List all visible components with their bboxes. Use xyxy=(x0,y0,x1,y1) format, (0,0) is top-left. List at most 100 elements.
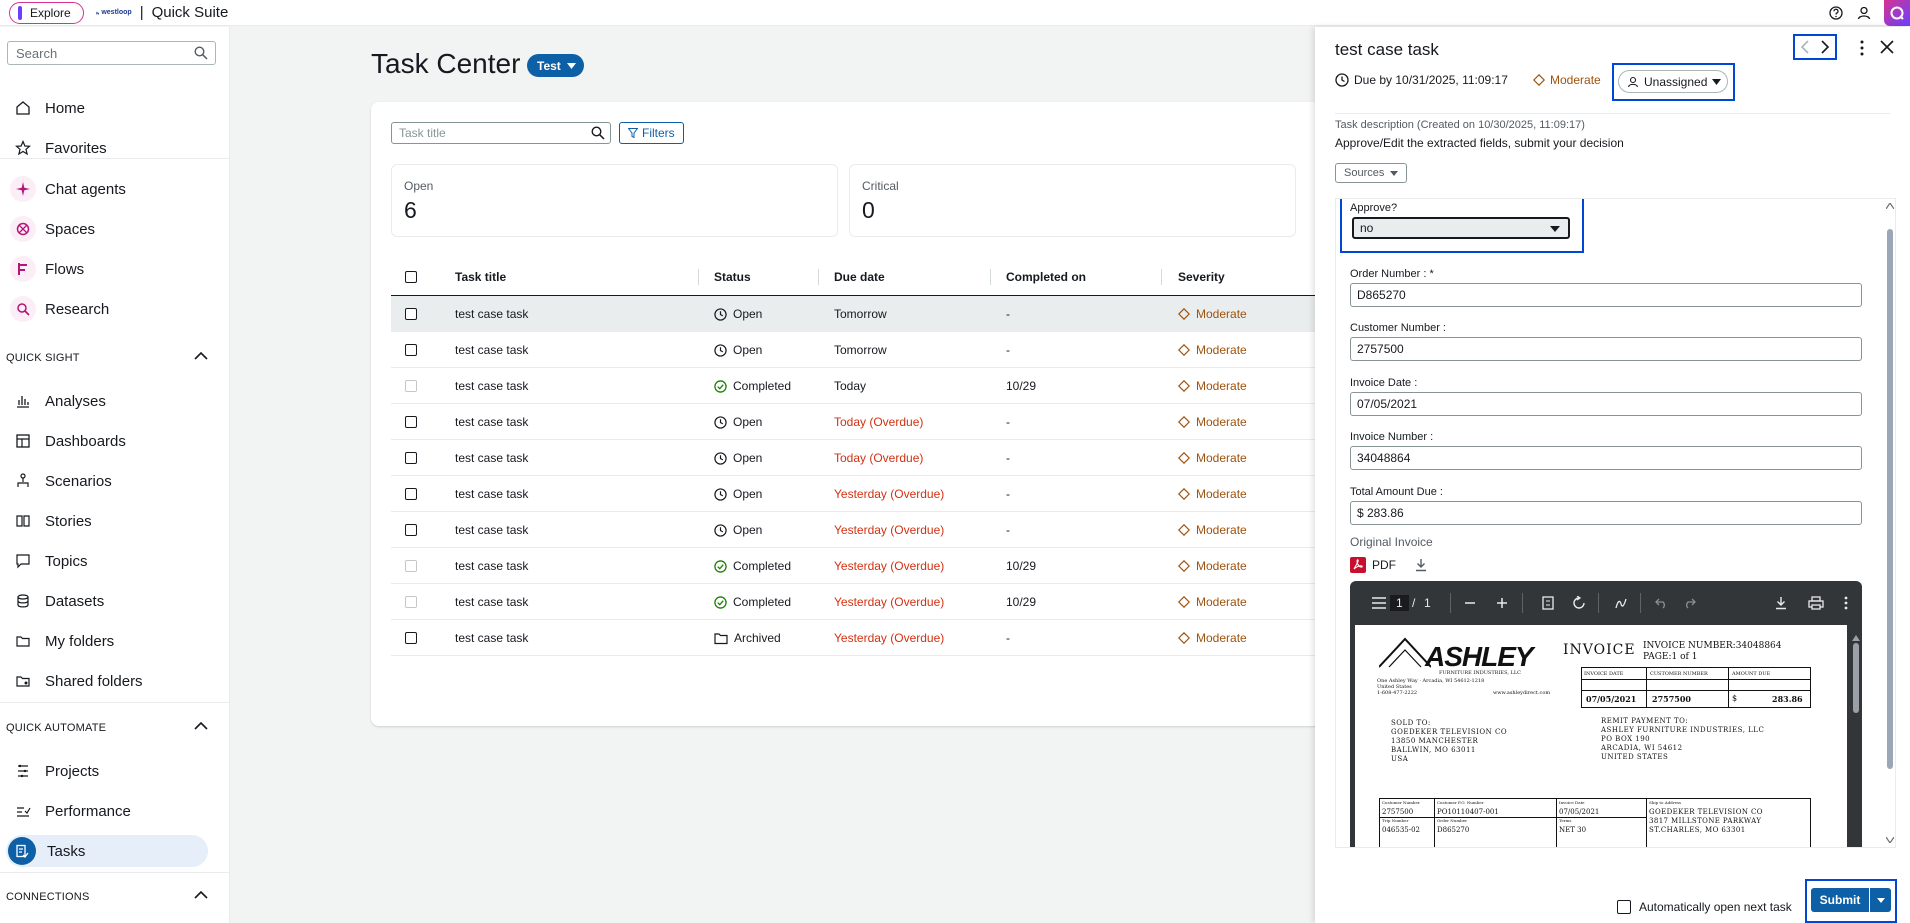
sidebar-item-scenarios[interactable]: Scenarios xyxy=(0,465,230,497)
table-row[interactable]: test case task Open Yesterday (Overdue) - Mo… xyxy=(391,512,1361,548)
sidebar-item-datasets[interactable]: Datasets xyxy=(0,585,230,617)
sidebar-item-stories[interactable]: Stories xyxy=(0,505,230,537)
print-icon[interactable] xyxy=(1808,596,1824,610)
pdf-link[interactable]: PDF xyxy=(1350,557,1428,573)
table-row[interactable]: test case task Completed Yesterday (Overdu… xyxy=(391,548,1361,584)
section-header-quick-sight[interactable]: QUICK SIGHT xyxy=(0,343,230,373)
task-title-cell[interactable]: test case task xyxy=(455,512,528,548)
row-checkbox[interactable] xyxy=(405,368,417,404)
scroll-down-icon[interactable] xyxy=(1886,837,1894,843)
zoom-in-icon[interactable] xyxy=(1496,597,1508,609)
row-checkbox[interactable] xyxy=(405,332,417,368)
pdf-scroll-thumb[interactable] xyxy=(1853,643,1859,713)
sidebar-item-performance[interactable]: Performance xyxy=(0,795,230,827)
row-checkbox[interactable] xyxy=(405,584,417,620)
row-checkbox[interactable] xyxy=(405,440,417,476)
pdf-page-input[interactable]: 1 xyxy=(1390,595,1409,611)
form-scroll-thumb[interactable] xyxy=(1887,229,1893,769)
assignee-dropdown[interactable]: Unassigned xyxy=(1618,70,1728,93)
row-checkbox[interactable] xyxy=(405,548,417,584)
help-icon[interactable] xyxy=(1828,5,1844,21)
scroll-up-icon[interactable] xyxy=(1852,635,1860,641)
pdf-scrollbar[interactable] xyxy=(1852,629,1860,847)
task-title-cell[interactable]: test case task xyxy=(455,296,528,332)
column-header-task-title[interactable]: Task title xyxy=(455,258,506,296)
table-row[interactable]: test case task Open Today (Overdue) - Modera… xyxy=(391,440,1361,476)
sidebar-item-topics[interactable]: Topics xyxy=(0,545,230,577)
sidebar-item-flows[interactable]: Flows xyxy=(0,253,230,285)
row-checkbox[interactable] xyxy=(405,404,417,440)
sidebar-item-analyses[interactable]: Analyses xyxy=(0,385,230,417)
filters-button[interactable]: Filters xyxy=(619,122,684,144)
more-options-icon[interactable] xyxy=(1860,40,1864,56)
approve-select[interactable]: no xyxy=(1352,217,1570,239)
sidebar-item-projects[interactable]: Projects xyxy=(0,755,230,787)
scroll-up-icon[interactable] xyxy=(1886,203,1894,209)
download-icon[interactable] xyxy=(1774,596,1788,610)
task-title-cell[interactable]: test case task xyxy=(455,368,528,404)
sidebar-item-my-folders[interactable]: My folders xyxy=(0,625,230,657)
table-row[interactable]: test case task Open Tomorrow - Moderate xyxy=(391,332,1361,368)
quick-assistant-icon[interactable] xyxy=(1884,0,1910,26)
invoice-number-field[interactable]: 34048864 xyxy=(1350,446,1862,470)
more-options-icon[interactable] xyxy=(1844,596,1848,610)
row-checkbox[interactable] xyxy=(405,620,417,656)
sidebar-item-dashboards[interactable]: Dashboards xyxy=(0,425,230,457)
section-header-connections[interactable]: CONNECTIONS xyxy=(0,882,230,912)
total-amount-field[interactable]: $ 283.86 xyxy=(1350,501,1862,525)
sidebar-search-input[interactable]: Search xyxy=(7,41,216,65)
auto-open-next-checkbox[interactable]: Automatically open next task xyxy=(1617,900,1792,914)
invoice-date-field[interactable]: 07/05/2021 xyxy=(1350,392,1862,416)
task-search-input[interactable]: Task title xyxy=(391,122,611,144)
user-icon[interactable] xyxy=(1856,5,1872,21)
sidebar-item-research[interactable]: Research xyxy=(0,293,230,325)
chevron-left-icon[interactable] xyxy=(1800,40,1810,54)
task-title-cell[interactable]: test case task xyxy=(455,440,528,476)
sidebar-item-favorites[interactable]: Favorites xyxy=(0,132,230,164)
column-header-severity[interactable]: Severity xyxy=(1178,258,1225,296)
sidebar-item-chat-agents[interactable]: Chat agents xyxy=(0,173,230,205)
download-icon[interactable] xyxy=(1414,558,1428,572)
checkbox[interactable] xyxy=(1617,900,1631,914)
sidebar-item-shared-folders[interactable]: Shared folders xyxy=(0,665,230,697)
section-header-quick-automate[interactable]: QUICK AUTOMATE xyxy=(0,713,230,743)
column-header-status[interactable]: Status xyxy=(714,258,751,296)
sidebar-item-tasks[interactable]: Tasks xyxy=(6,835,208,867)
task-title-cell[interactable]: test case task xyxy=(455,404,528,440)
task-title-cell[interactable]: test case task xyxy=(455,548,528,584)
table-row[interactable]: test case task Completed Today 10/29 Moderat… xyxy=(391,368,1361,404)
rotate-icon[interactable] xyxy=(1572,596,1586,610)
table-row[interactable]: test case task Completed Yesterday (Overdu… xyxy=(391,584,1361,620)
column-header-due-date[interactable]: Due date xyxy=(834,258,885,296)
undo-icon[interactable] xyxy=(1655,597,1668,609)
select-all-checkbox[interactable] xyxy=(405,258,417,296)
menu-icon[interactable] xyxy=(1372,597,1386,609)
draw-icon[interactable] xyxy=(1614,596,1628,610)
chevron-right-icon[interactable] xyxy=(1820,40,1830,54)
sidebar-item-home[interactable]: Home xyxy=(0,92,230,124)
table-row[interactable]: test case task Open Today (Overdue) - Modera… xyxy=(391,404,1361,440)
customer-number-field[interactable]: 2757500 xyxy=(1350,337,1862,361)
task-title-cell[interactable]: test case task xyxy=(455,332,528,368)
order-number-field[interactable]: D865270 xyxy=(1350,283,1862,307)
column-header-completed-on[interactable]: Completed on xyxy=(1006,258,1086,296)
redo-icon[interactable] xyxy=(1683,597,1696,609)
sidebar-item-spaces[interactable]: Spaces xyxy=(0,213,230,245)
table-row[interactable]: test case task Open Tomorrow - Moderate xyxy=(391,296,1361,332)
close-icon[interactable] xyxy=(1880,40,1894,54)
submit-button[interactable]: Submit xyxy=(1811,888,1891,912)
explore-button[interactable]: Explore xyxy=(9,1,84,24)
table-row[interactable]: test case task Open Yesterday (Overdue) - Mo… xyxy=(391,476,1361,512)
submit-options-button[interactable] xyxy=(1869,888,1891,912)
environment-badge[interactable]: Test xyxy=(527,54,584,77)
row-checkbox[interactable] xyxy=(405,512,417,548)
form-scrollbar[interactable] xyxy=(1885,199,1895,847)
sources-dropdown[interactable]: Sources xyxy=(1335,163,1408,183)
task-title-cell[interactable]: test case task xyxy=(455,476,528,512)
task-title-cell[interactable]: test case task xyxy=(455,620,528,656)
zoom-out-icon[interactable] xyxy=(1464,597,1476,609)
task-title-cell[interactable]: test case task xyxy=(455,584,528,620)
row-checkbox[interactable] xyxy=(405,296,417,332)
row-checkbox[interactable] xyxy=(405,476,417,512)
table-row[interactable]: test case task Archived Yesterday (Overdue… xyxy=(391,620,1361,656)
